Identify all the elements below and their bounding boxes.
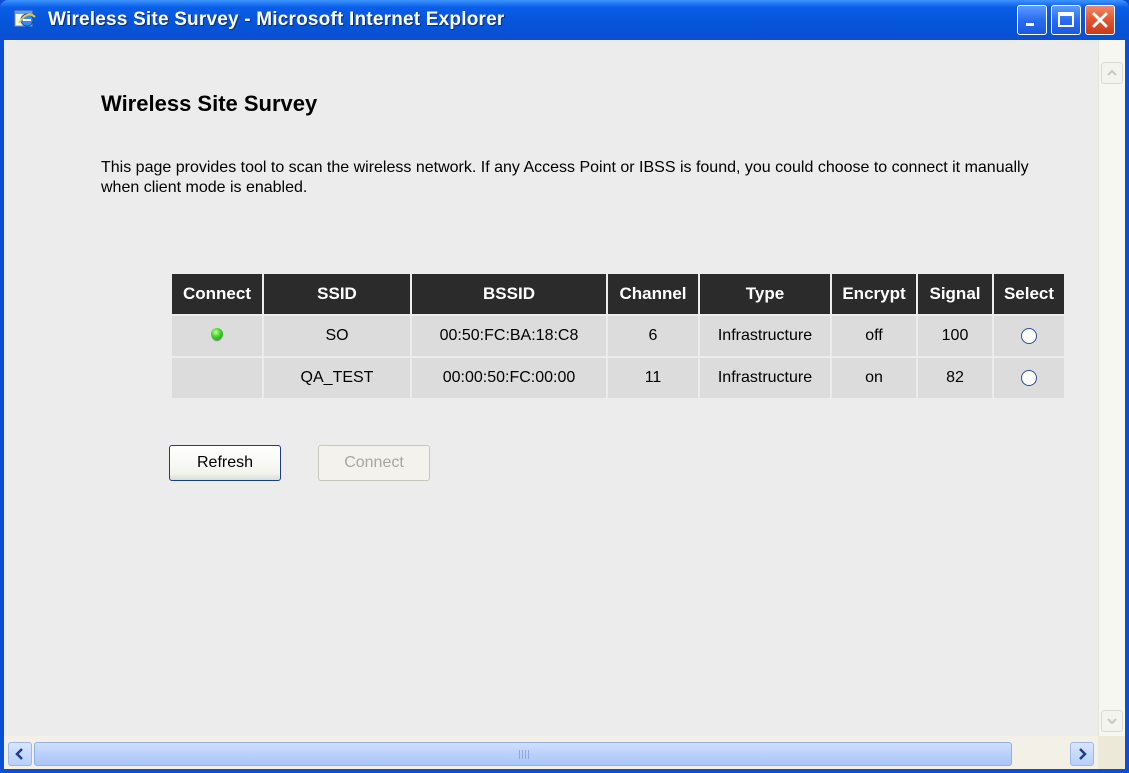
- table-row: QA_TEST 00:00:50:FC:00:00 11 Infrastruct…: [172, 358, 1064, 398]
- header-signal: Signal: [918, 274, 992, 314]
- horizontal-scrollbar[interactable]: [4, 736, 1125, 769]
- table-header-row: Connect SSID BSSID Channel Type Encrypt …: [172, 274, 1064, 314]
- encrypt-cell: off: [832, 316, 916, 356]
- scroll-left-button[interactable]: [8, 742, 32, 766]
- page-description: This page provides tool to scan the wire…: [101, 159, 1029, 196]
- vertical-scrollbar[interactable]: [1098, 40, 1125, 736]
- header-connect: Connect: [172, 274, 262, 314]
- close-button[interactable]: [1085, 5, 1115, 35]
- scrollbar-thumb[interactable]: [34, 742, 1012, 766]
- header-bssid: BSSID: [412, 274, 606, 314]
- window-title: Wireless Site Survey - Microsoft Interne…: [48, 9, 505, 30]
- scroll-down-button[interactable]: [1101, 710, 1123, 732]
- minimize-icon: [1026, 23, 1034, 26]
- connected-indicator-icon: [211, 328, 223, 340]
- channel-cell: 11: [608, 358, 698, 398]
- header-select: Select: [994, 274, 1064, 314]
- bssid-cell: 00:00:50:FC:00:00: [412, 358, 606, 398]
- header-ssid: SSID: [264, 274, 410, 314]
- internet-explorer-icon: [14, 10, 36, 27]
- select-cell: [994, 316, 1064, 356]
- maximize-button[interactable]: [1051, 5, 1081, 35]
- scroll-left-icon: [15, 748, 23, 760]
- ssid-cell: QA_TEST: [264, 358, 410, 398]
- signal-cell: 82: [918, 358, 992, 398]
- type-cell: Infrastructure: [700, 316, 830, 356]
- connect-cell: [172, 358, 262, 398]
- title-bar[interactable]: Wireless Site Survey - Microsoft Interne…: [0, 0, 1129, 40]
- browser-viewport: Wireless Site Survey This page provides …: [4, 40, 1125, 769]
- select-cell: [994, 358, 1064, 398]
- bssid-cell: 00:50:FC:BA:18:C8: [412, 316, 606, 356]
- header-encrypt: Encrypt: [832, 274, 916, 314]
- scroll-up-icon: [1107, 69, 1117, 76]
- page-content: Wireless Site Survey This page provides …: [4, 40, 1098, 736]
- refresh-button[interactable]: Refresh: [169, 445, 281, 481]
- scroll-right-button[interactable]: [1070, 742, 1094, 766]
- connect-button[interactable]: Connect: [318, 445, 430, 481]
- minimize-button[interactable]: [1017, 5, 1047, 35]
- scrollbar-grip-icon: [519, 750, 531, 759]
- header-type: Type: [700, 274, 830, 314]
- scroll-down-icon: [1107, 718, 1117, 725]
- select-radio-so[interactable]: [1021, 327, 1037, 344]
- header-channel: Channel: [608, 274, 698, 314]
- scrollbar-corner: [1098, 736, 1125, 769]
- close-icon: [1092, 12, 1108, 28]
- page-title: Wireless Site Survey: [101, 91, 318, 116]
- table-row: SO 00:50:FC:BA:18:C8 6 Infrastructure of…: [172, 316, 1064, 356]
- type-cell: Infrastructure: [700, 358, 830, 398]
- channel-cell: 6: [608, 316, 698, 356]
- scroll-up-button[interactable]: [1101, 62, 1123, 84]
- connect-cell: [172, 316, 262, 356]
- browser-window: Wireless Site Survey - Microsoft Interne…: [0, 0, 1129, 773]
- ssid-cell: SO: [264, 316, 410, 356]
- select-radio-qa-test[interactable]: [1021, 369, 1037, 386]
- signal-cell: 100: [918, 316, 992, 356]
- maximize-icon: [1058, 12, 1074, 27]
- scroll-right-icon: [1079, 748, 1087, 760]
- encrypt-cell: on: [832, 358, 916, 398]
- site-survey-table: Connect SSID BSSID Channel Type Encrypt …: [170, 272, 1066, 400]
